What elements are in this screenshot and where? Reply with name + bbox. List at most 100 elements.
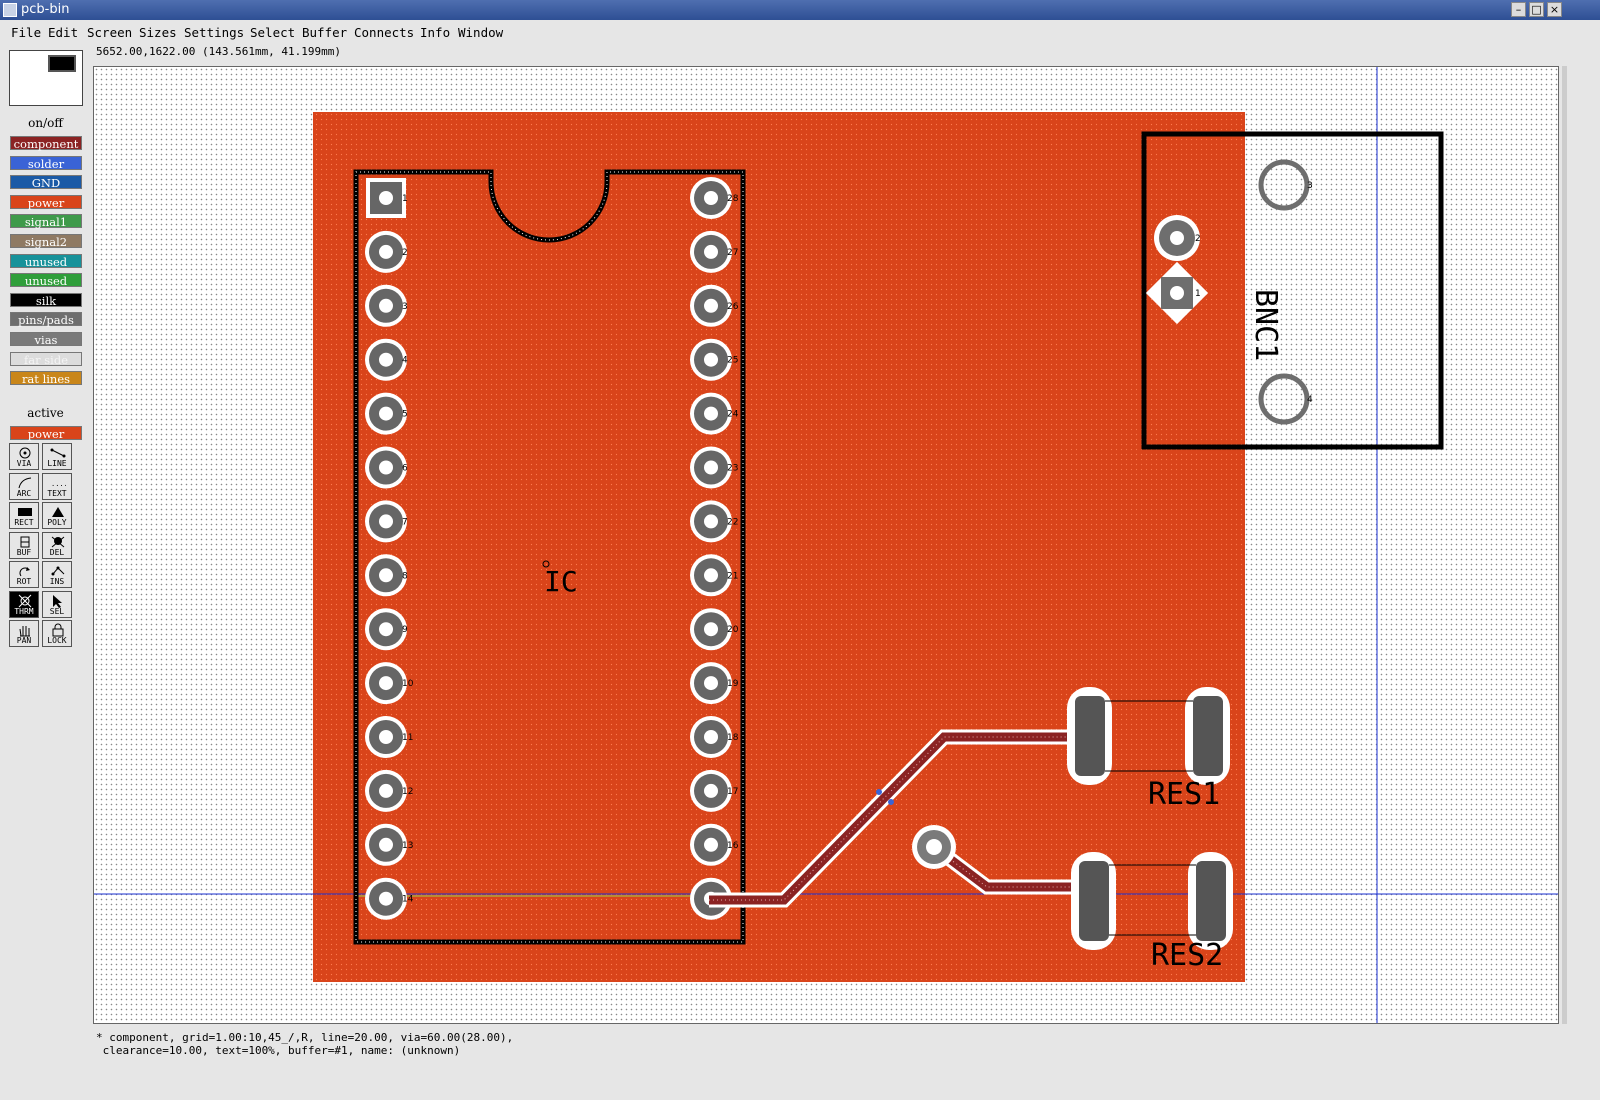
ic-pin-drill [379,783,393,798]
ic-pin-number: 11 [402,733,413,743]
tool-label: PAN [16,636,32,645]
ic-pin-number: 4 [402,356,408,366]
ic-pin-drill [704,783,718,798]
ic-pin-number: 16 [727,841,739,851]
ic-pin-number: 12 [402,787,413,797]
ic-pin-drill [379,514,393,529]
tool-via-button[interactable]: VIA [9,443,39,470]
menu-screen[interactable]: Screen [87,25,132,40]
via-drill [926,839,942,855]
line-icon [50,448,66,458]
layer-toggle-far-side[interactable]: far side [10,351,82,367]
board-dot-overlay [313,112,1245,982]
tool-rect-button[interactable]: RECT [9,502,39,529]
maximize-button[interactable]: □ [1529,2,1544,17]
res1-pad2[interactable] [1193,696,1223,776]
ic-pin-drill [704,730,718,744]
ic-pin-number: 7 [402,517,408,527]
tool-label: THRM [14,606,34,616]
bnc1-pin3-hole[interactable] [1258,159,1310,211]
tool-ins-button[interactable]: INS [42,561,72,588]
layer-toggle-unused[interactable]: unused [10,253,82,269]
tool-buf-button[interactable]: BUF [9,531,39,559]
layer-toggle-solder[interactable]: solder [10,155,82,171]
layer-toggle-signal1[interactable]: signal1 [10,214,82,229]
menu-select[interactable]: Select [250,25,295,40]
bnc1-pin1-drill [1170,286,1184,300]
layer-toggle-power[interactable]: power [10,194,82,210]
ic-pin-number: 26 [727,302,739,312]
layer-toggle-unused[interactable]: unused [10,273,82,288]
layer-toggle-gnd[interactable]: GND [10,175,82,190]
delete-icon [51,536,65,547]
menu-settings[interactable]: Settings [184,25,244,40]
selection-handle[interactable] [876,789,882,795]
res1-pad1[interactable] [1075,696,1105,776]
bnc1-pin4-hole[interactable] [1258,373,1310,425]
res2-pad1[interactable] [1079,861,1109,941]
tool-poly-button[interactable]: POLY [42,502,72,529]
ic-pin-drill [704,298,718,313]
tool-thrm-button[interactable]: THRM [9,590,39,618]
bnc1-pin2-drill [1170,231,1184,245]
pan-hand-icon [19,626,30,637]
minimize-button[interactable]: – [1511,2,1526,17]
menu-sizes[interactable]: Sizes [139,25,177,40]
layer-toggle-vias[interactable]: vias [10,332,82,347]
chip-preview-icon [48,55,76,72]
ic-pin-drill [379,622,393,637]
menu-info[interactable]: Info [420,25,450,40]
res2-pad2[interactable] [1196,861,1226,941]
ic-pin-number: 8 [402,571,408,581]
title-bar: pcb-bin – □ × [0,0,1600,20]
ic-pin-drill [704,676,718,691]
tool-lock-button[interactable]: LOCK [42,620,72,647]
selection-handle[interactable] [888,799,894,805]
menu-edit[interactable]: Edit [48,25,78,40]
ic-pin-drill [704,514,718,529]
tool-pan-button[interactable]: PAN [9,620,39,647]
tool-rot-button[interactable]: ROT [9,561,39,588]
onoff-label: on/off [28,116,63,130]
ic-pin-drill [379,730,393,744]
ic-pin-drill [704,191,718,205]
tool-arc-button[interactable]: ARC [9,472,39,500]
ic-pin-number: 2 [402,248,408,258]
ic-pin-drill [379,406,393,421]
tool-del-button[interactable]: DEL [42,531,72,559]
bnc1-pin1-number: 1 [1195,289,1201,299]
ic-pin-number: 14 [402,895,414,905]
layer-toggle-rat-lines[interactable]: rat lines [10,371,82,386]
rect-icon [18,508,32,516]
ic-pin-number: 22 [727,517,738,527]
tool-label: ROT [16,577,32,586]
menu-file[interactable]: File [11,25,41,40]
menu-connects[interactable]: Connects [354,25,414,40]
pcb-canvas[interactable]: 1 2 3 4 5 6 7 8 9 10 11 12 13 14 28 27 26 25 24 23 22 21 20 19 1… [93,66,1559,1024]
status-line-2: clearance=10.00, text=100%, buffer=#1, n… [96,1044,461,1057]
active-layer-button[interactable]: power [10,426,82,441]
tool-line-button[interactable]: LINE [42,443,72,470]
tool-label: DEL [49,547,65,557]
rotate-icon [19,567,30,577]
layer-toggle-component[interactable]: component [10,136,82,151]
layer-toggle-signal2[interactable]: signal2 [10,234,82,249]
tool-sel-button[interactable]: SEL [42,590,72,618]
layer-toggle-silk[interactable]: silk [10,292,82,308]
layer-toggle-pins-pads[interactable]: pins/pads [10,312,82,327]
ic-pin-drill [379,837,393,852]
ic-pin-drill [379,568,393,583]
tool-label: ARC [16,488,32,498]
tool-label: RECT [14,518,34,527]
ic-pin-number: 18 [727,733,739,743]
vertical-scrollbar[interactable] [1562,66,1567,1024]
tool-text-button[interactable]: .....TEXT [42,472,72,500]
menu-window[interactable]: Window [458,25,503,40]
board-drawing[interactable]: 1234567891011121314282726252423222120191… [94,67,1559,1024]
app-icon[interactable] [3,3,17,17]
close-icon: × [1549,3,1560,16]
close-button[interactable]: × [1547,2,1562,17]
menu-buffer[interactable]: Buffer [302,25,347,40]
ic-pin-number: 19 [727,679,739,689]
ic-pin-number: 27 [727,248,738,258]
